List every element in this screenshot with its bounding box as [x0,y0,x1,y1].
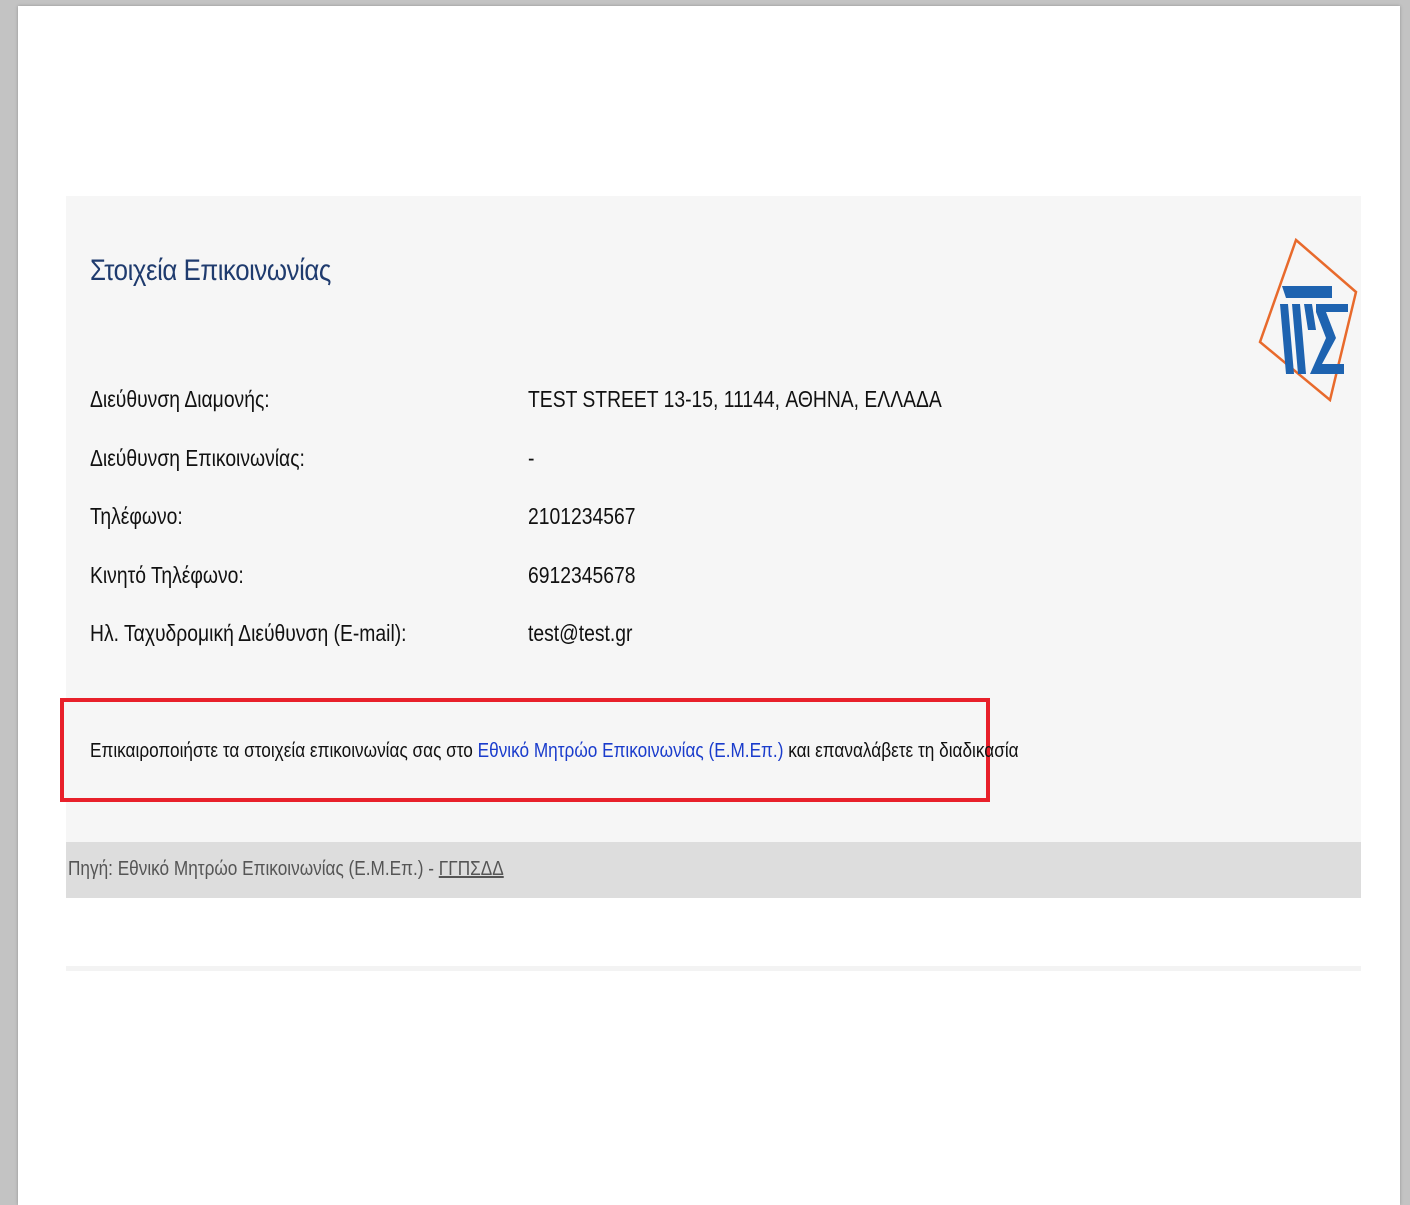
update-notice: Επικαιροποιήστε τα στοιχεία επικοινωνίας… [60,698,1019,802]
phone-label: Τηλέφωνο: [90,503,183,529]
notice-text: Επικαιροποιήστε τα στοιχεία επικοινωνίας… [90,740,1019,763]
gsis-logo-icon [1258,237,1358,402]
phone-value: 2101234567 [528,503,636,529]
page-title: Στοιχεία Επικοινωνίας [90,254,331,287]
contact-details: Διεύθυνση Διαμονής: TEST STREET 13-15, 1… [90,386,1090,679]
contact-address-value: - [528,444,535,471]
contact-address-label: Διεύθυνση Επικοινωνίας: [90,444,305,471]
email-value: test@test.gr [528,620,633,646]
contact-card: Στοιχεία Επικοινωνίας Διεύθυνση Διαμονής… [60,196,1361,898]
emep-registry-link[interactable]: Εθνικό Μητρώο Επικοινωνίας (Ε.Μ.Επ.) [478,740,784,762]
row-email: Ηλ. Ταχυδρομική Διεύθυνση (E-mail): test… [90,620,1090,679]
gsis-abbr: ΓΓΠΣΔΔ [438,858,504,880]
notice-suffix: και επαναλάβετε τη διαδικασία [783,740,1019,762]
source-label: Πηγή: Εθνικό Μητρώο Επικοινωνίας (Ε.Μ.Επ… [68,858,439,880]
row-phone: Τηλέφωνο: 2101234567 [90,503,1090,562]
residence-address-value: TEST STREET 13-15, 11144, ΑΘΗΝΑ, ΕΛΛΑΔΑ [528,386,942,412]
bottom-divider [66,966,1361,971]
email-label: Ηλ. Ταχυδρομική Διεύθυνση (E-mail): [90,620,407,646]
notice-prefix: Επικαιροποιήστε τα στοιχεία επικοινωνίας… [90,740,478,762]
source-text: Πηγή: Εθνικό Μητρώο Επικοινωνίας (Ε.Μ.Επ… [68,858,504,881]
residence-address-label: Διεύθυνση Διαμονής: [90,386,270,412]
source-footer: Πηγή: Εθνικό Μητρώο Επικοινωνίας (Ε.Μ.Επ… [66,842,1361,898]
row-residence-address: Διεύθυνση Διαμονής: TEST STREET 13-15, 1… [90,386,1090,445]
row-contact-address: Διεύθυνση Επικοινωνίας: - [90,445,1090,504]
mobile-label: Κινητό Τηλέφωνο: [90,561,244,588]
mobile-value: 6912345678 [528,561,636,588]
row-mobile: Κινητό Τηλέφωνο: 6912345678 [90,562,1090,621]
page-sheet: Στοιχεία Επικοινωνίας Διεύθυνση Διαμονής… [18,6,1400,1205]
